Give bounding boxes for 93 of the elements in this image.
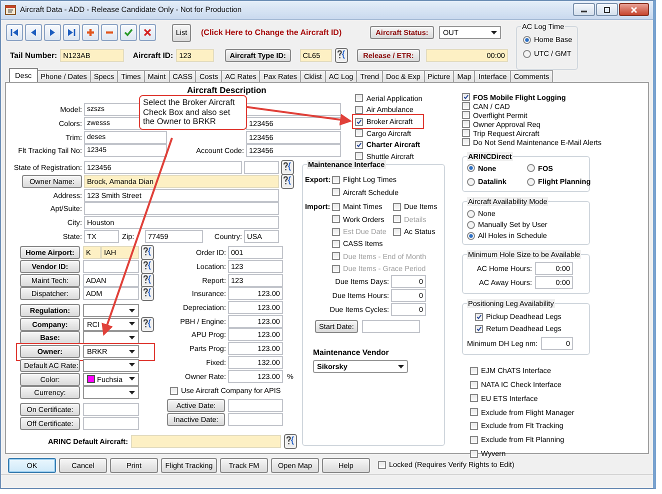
text-field[interactable]: [228, 399, 283, 412]
delete-button[interactable]: [101, 24, 118, 42]
change-id-link[interactable]: (Click Here to Change the Aircraft ID): [201, 28, 361, 38]
radio-button[interactable]: [527, 178, 535, 186]
caret-icon: [129, 390, 135, 395]
text-field[interactable]: [83, 402, 139, 416]
last-record-button[interactable]: [63, 24, 80, 42]
checkbox[interactable]: [393, 202, 401, 211]
prev-record-button[interactable]: [25, 24, 42, 42]
checkbox[interactable]: [462, 111, 470, 120]
checkbox[interactable]: [470, 436, 478, 444]
section-title: Aircraft Description: [186, 84, 268, 96]
checkbox[interactable]: [475, 312, 483, 321]
text-field[interactable]: [131, 434, 282, 448]
plus-icon: [86, 28, 95, 38]
lookup-button[interactable]: [281, 174, 294, 189]
text-field[interactable]: [83, 260, 139, 274]
lookup-button[interactable]: [141, 259, 154, 274]
checkbox[interactable]: [470, 408, 478, 416]
next-record-button[interactable]: [44, 24, 61, 42]
app-icon: [5, 4, 16, 16]
checkbox[interactable]: [332, 215, 340, 224]
checkbox[interactable]: [332, 240, 340, 248]
checkbox[interactable]: [355, 106, 364, 114]
lookup-button[interactable]: [141, 316, 154, 332]
text-field[interactable]: [84, 202, 279, 216]
checkbox[interactable]: [355, 94, 364, 102]
lookup-button[interactable]: [284, 434, 298, 449]
close-button[interactable]: [619, 3, 649, 16]
radio-button[interactable]: [467, 210, 475, 218]
caret-icon: [398, 364, 404, 369]
checkbox[interactable]: [355, 118, 364, 126]
dropdown[interactable]: [83, 331, 139, 344]
first-record-button[interactable]: [6, 24, 23, 42]
checkbox[interactable]: [332, 176, 340, 184]
caret-icon: [129, 363, 135, 368]
checkbox[interactable]: [470, 394, 478, 402]
skip-forward-icon: [67, 28, 76, 38]
checkbox[interactable]: [378, 460, 386, 469]
caret-icon: [129, 336, 135, 340]
lookup-button[interactable]: [141, 286, 154, 302]
checkbox[interactable]: [470, 422, 478, 430]
radio-button[interactable]: [467, 220, 475, 229]
text-field[interactable]: [228, 412, 283, 426]
text-field[interactable]: [244, 161, 279, 174]
caret-icon: [129, 308, 135, 313]
checkbox[interactable]: [393, 228, 401, 236]
radio-button[interactable]: [527, 164, 535, 172]
save-button[interactable]: [120, 24, 137, 42]
checkbox[interactable]: [355, 152, 364, 160]
caret-icon: [129, 350, 135, 354]
radio-button[interactable]: [523, 36, 531, 44]
checkbox[interactable]: [470, 380, 478, 389]
radio-button[interactable]: [467, 232, 475, 240]
callout-tooltip: Select the Broker Aircraft Check Box and also set the Owner to BRKR: [139, 95, 247, 130]
checkbox[interactable]: [475, 324, 483, 333]
caret-icon: [129, 377, 135, 382]
add-button[interactable]: [82, 24, 99, 42]
dropdown[interactable]: [83, 386, 139, 400]
close-icon: [630, 6, 638, 13]
text-field[interactable]: [83, 416, 139, 430]
radio-button[interactable]: [467, 178, 475, 186]
radio-button[interactable]: [523, 50, 531, 58]
cross-icon: [143, 28, 152, 38]
checkbox[interactable]: [170, 386, 178, 395]
checkbox[interactable]: [462, 120, 470, 128]
maximize-button[interactable]: [596, 3, 618, 16]
checkbox[interactable]: [462, 138, 470, 146]
checkbox[interactable]: [332, 202, 340, 211]
dropdown[interactable]: [83, 304, 139, 318]
checkbox[interactable]: [462, 102, 470, 110]
checkmark-icon: [124, 28, 133, 38]
caret-icon: [129, 322, 135, 326]
checkbox[interactable]: [462, 129, 470, 138]
checkbox[interactable]: [355, 140, 364, 149]
checkbox[interactable]: [355, 129, 364, 138]
checkbox[interactable]: [470, 450, 478, 458]
caret-icon: [491, 30, 497, 35]
lookup-button[interactable]: [141, 245, 154, 260]
minimize-button[interactable]: [573, 3, 595, 16]
lookup-button[interactable]: [281, 160, 294, 176]
skip-back-icon: [10, 28, 19, 38]
lookup-button[interactable]: [334, 48, 348, 64]
checkbox[interactable]: [332, 188, 340, 196]
radio-button[interactable]: [467, 164, 475, 172]
dropdown[interactable]: [83, 358, 139, 372]
maximize-icon: [603, 6, 611, 13]
text-field[interactable]: [362, 320, 420, 334]
cancel-button[interactable]: [139, 24, 156, 42]
left-triangle-icon: [29, 28, 38, 38]
checkbox[interactable]: [462, 93, 470, 102]
right-triangle-icon: [48, 28, 57, 38]
checkbox[interactable]: [470, 366, 478, 375]
